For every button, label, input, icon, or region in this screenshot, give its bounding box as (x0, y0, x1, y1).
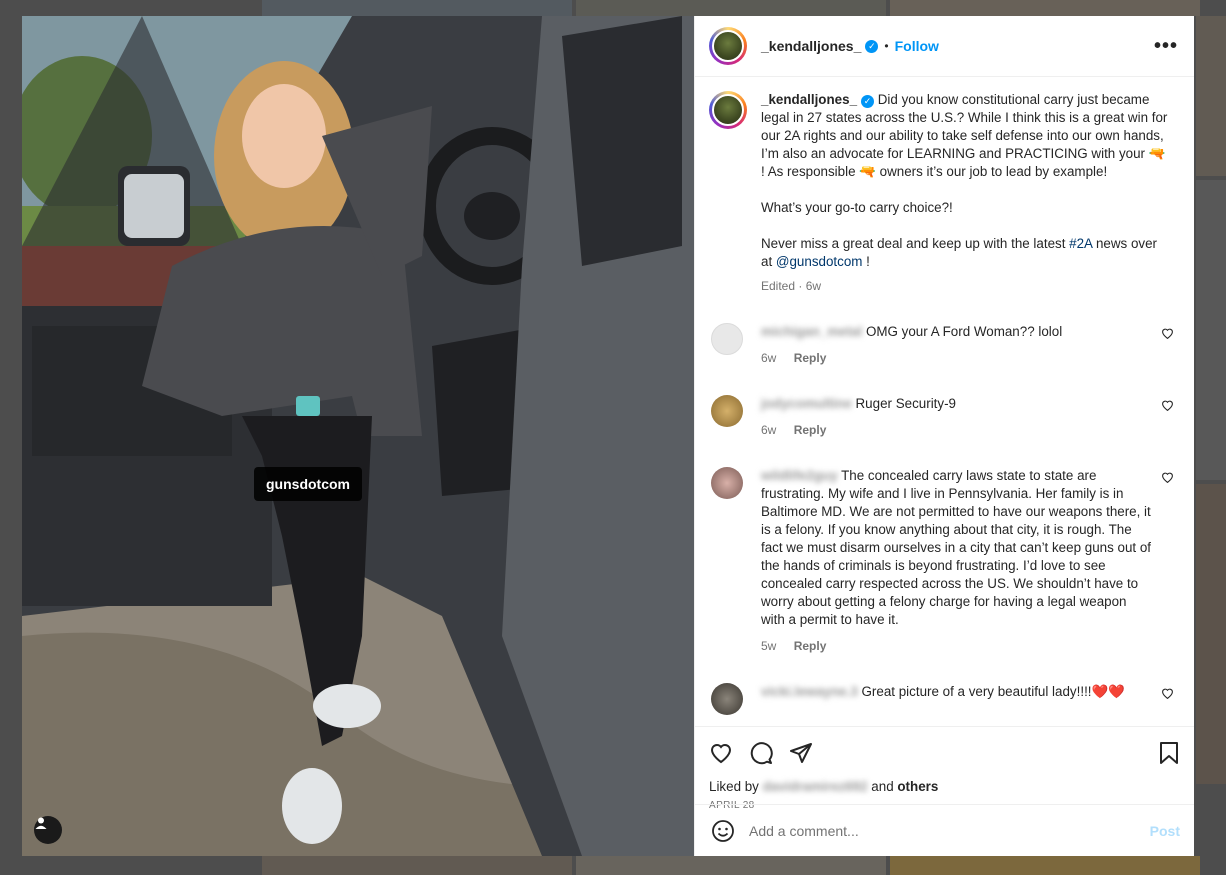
liked-by-prefix: Liked by (709, 779, 763, 794)
feed-thumbnail[interactable] (576, 856, 886, 875)
caption-meta: Edited · 6w (761, 277, 1171, 295)
reply-button[interactable]: Reply (794, 351, 827, 365)
comment-age: 5w (761, 639, 777, 653)
post-button[interactable]: Post (1150, 823, 1180, 839)
mention-link[interactable]: @gunsdotcom (776, 254, 863, 269)
feed-thumbnail[interactable] (1196, 484, 1226, 784)
edited-label: Edited (761, 279, 796, 293)
comment-text: Ruger Security-9 (855, 396, 956, 411)
commenter-avatar[interactable] (711, 395, 743, 427)
feed-thumbnail[interactable] (1196, 180, 1226, 480)
like-comment-icon[interactable] (1161, 687, 1174, 700)
caption-body: _kendalljones_ ✓ Did you know constitutio… (761, 91, 1171, 295)
like-comment-icon[interactable] (1161, 399, 1174, 412)
comment-input[interactable] (749, 822, 1150, 839)
separator-dot: • (884, 39, 889, 53)
liked-by-line: Liked by davidramirez692 and others (709, 779, 1180, 794)
feed-thumbnail[interactable] (262, 856, 572, 875)
comment-icon[interactable] (749, 741, 773, 765)
feed-thumbnail[interactable] (576, 0, 886, 16)
feed-thumbnail[interactable] (1196, 16, 1226, 176)
more-options-icon[interactable]: ••• (1154, 35, 1178, 58)
like-comment-icon[interactable] (1161, 471, 1174, 484)
liker-username[interactable]: davidramirez692 (763, 779, 868, 794)
comment-item: wildlife2guy The concealed carry laws st… (709, 467, 1178, 655)
caption-paragraph-3-prefix: Never miss a great deal and keep up with… (761, 236, 1070, 251)
author-username[interactable]: _kendalljones_ (761, 38, 861, 54)
caption-age: 6w (805, 279, 822, 293)
commenter-avatar[interactable] (711, 323, 743, 355)
tagged-user-icon[interactable] (34, 816, 62, 844)
commenter-avatar[interactable] (711, 683, 743, 715)
others-link[interactable]: others (897, 779, 938, 794)
verified-badge-icon: ✓ (865, 39, 879, 53)
like-comment-icon[interactable] (1161, 327, 1174, 340)
commenter-username[interactable]: michigan_metal (761, 324, 862, 339)
photo-illustration (22, 16, 694, 856)
save-bookmark-icon[interactable] (1158, 741, 1180, 765)
feed-thumbnail[interactable] (890, 0, 1200, 16)
comment-item: michigan_metal OMG your A Ford Woman?? l… (709, 323, 1178, 367)
caption-paragraph-3-suffix: ! (862, 254, 870, 269)
comment-item: vicki.lewayne.3 Great picture of a very … (709, 683, 1178, 715)
add-comment-bar: Post (695, 804, 1194, 856)
caption-author-avatar[interactable] (709, 91, 747, 129)
comment-text: The concealed carry laws state to state … (761, 468, 1152, 627)
verified-badge-icon: ✓ (861, 94, 875, 108)
like-icon[interactable] (709, 741, 733, 765)
hashtag-link[interactable]: #2A (1069, 236, 1092, 251)
post-side-panel: _kendalljones_ ✓ • Follow ••• _kendalljo… (694, 16, 1194, 856)
commenter-username[interactable]: jodycomultine (761, 396, 852, 411)
reply-button[interactable]: Reply (794, 639, 827, 653)
emoji-icon[interactable] (711, 819, 735, 843)
commenter-username[interactable]: wildlife2guy (761, 468, 838, 483)
comments-scroll-area[interactable]: _kendalljones_ ✓ Did you know constitutio… (695, 77, 1194, 726)
post-photo[interactable]: gunsdotcom (22, 16, 694, 856)
share-icon[interactable] (789, 741, 813, 765)
meta-dot: · (798, 279, 803, 293)
post-actions: Liked by davidramirez692 and others Apri… (695, 726, 1194, 856)
post-caption: _kendalljones_ ✓ Did you know constitutio… (709, 91, 1178, 295)
caption-paragraph-2: What’s your go-to carry choice?! (761, 200, 953, 215)
comment-text: Great picture of a very beautiful lady!!… (861, 684, 1125, 699)
reply-button[interactable]: Reply (794, 423, 827, 437)
feed-thumbnail[interactable] (262, 0, 572, 16)
feed-thumbnail[interactable] (890, 856, 1200, 875)
product-tag[interactable]: gunsdotcom (254, 467, 362, 501)
post-header: _kendalljones_ ✓ • Follow ••• (695, 16, 1194, 77)
comment-age: 6w (761, 351, 777, 365)
commenter-username[interactable]: vicki.lewayne.3 (761, 684, 858, 699)
caption-username[interactable]: _kendalljones_ (761, 92, 857, 107)
comment-age: 6w (761, 423, 777, 437)
liked-by-mid: and (867, 779, 898, 794)
post-modal: gunsdotcom _kendalljones_ ✓ • Follow •••… (22, 16, 1194, 856)
author-avatar[interactable] (709, 27, 747, 65)
comment-text: OMG your A Ford Woman?? lolol (865, 324, 1063, 339)
follow-button[interactable]: Follow (895, 38, 939, 54)
comment-item: jodycomultine Ruger Security-9 6w Reply (709, 395, 1178, 439)
commenter-avatar[interactable] (711, 467, 743, 499)
